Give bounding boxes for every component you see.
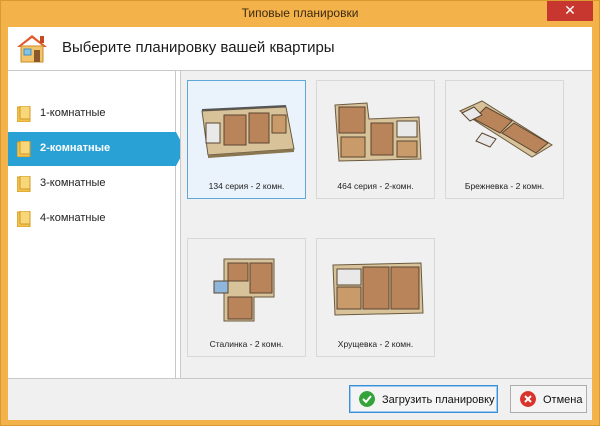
tile-caption: Брежневка - 2 комн. (464, 181, 545, 191)
folder-icon (17, 211, 31, 227)
floor-plan-thumbnail (201, 105, 295, 158)
title-bar[interactable]: Типовые планировки ✕ (1, 1, 599, 27)
layout-tile-464-series[interactable]: 464 серия - 2-комн. (316, 80, 435, 199)
layout-tile-134-series[interactable]: 134 серия - 2 комн. (187, 80, 306, 199)
window-title: Типовые планировки (241, 6, 359, 20)
sidebar-item-label: 1-комнатные (40, 107, 106, 119)
load-layout-label: Загрузить планировку (382, 394, 495, 406)
floor-plan-thumbnail (334, 102, 422, 162)
cancel-label: Отмена (543, 394, 583, 406)
dialog-window: Типовые планировки ✕ Выберите планировку… (0, 0, 600, 426)
layout-gallery: 134 серия - 2 комн. 464 серия - 2-комн. (180, 71, 592, 378)
tile-caption: 134 серия - 2 комн. (208, 181, 285, 191)
category-list: 1-комнатные 2-комнатные 3-комнатные 4-ко… (8, 71, 185, 378)
folder-icon (17, 141, 31, 157)
load-layout-button[interactable]: Загрузить планировку (349, 385, 498, 413)
floor-plan-thumbnail (213, 258, 275, 322)
sidebar-item-label: 2-комнатные (40, 142, 111, 154)
sidebar-item-label: 3-комнатные (40, 177, 106, 189)
layout-tile-stalinka[interactable]: Сталинка - 2 комн. (187, 238, 306, 357)
folder-icon (17, 176, 31, 192)
house-icon (17, 35, 47, 63)
page-title: Выберите планировку вашей квартиры (62, 39, 335, 56)
layout-tile-brezhnevka[interactable]: Брежневка - 2 комн. (445, 80, 564, 199)
sidebar-item-4-room[interactable]: 4-комнатные (8, 202, 176, 236)
dialog-header: Выберите планировку вашей квартиры (8, 27, 592, 69)
close-button[interactable]: ✕ (547, 1, 593, 21)
folder-icon (17, 106, 31, 122)
tile-caption: 464 серия - 2-комн. (337, 181, 414, 191)
floor-plan-thumbnail (458, 100, 553, 158)
dialog-client: Выберите планировку вашей квартиры 1-ком… (8, 27, 592, 420)
layout-tile-khrushchevka[interactable]: Хрущевка - 2 комн. (316, 238, 435, 357)
tile-caption: Хрущевка - 2 комн. (337, 339, 414, 349)
sidebar-item-1-room[interactable]: 1-комнатные (8, 97, 176, 131)
cancel-icon (520, 391, 536, 407)
dialog-footer: Загрузить планировку Отмена (8, 379, 592, 420)
cancel-button[interactable]: Отмена (510, 385, 587, 413)
tile-caption: Сталинка - 2 комн. (209, 339, 284, 349)
sidebar-item-2-room[interactable]: 2-комнатные (8, 132, 185, 166)
sidebar-item-label: 4-комнатные (40, 212, 106, 224)
check-icon (359, 391, 375, 407)
sidebar-item-3-room[interactable]: 3-комнатные (8, 167, 176, 201)
floor-plan-thumbnail (332, 262, 424, 316)
